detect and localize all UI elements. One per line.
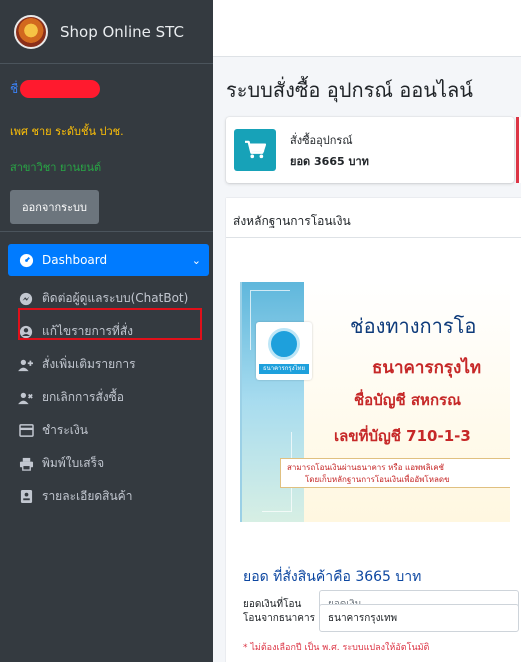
sidebar-item-label: แก้ไขรายการที่สั่ง [42,324,133,338]
krungthai-logo: ธนาคารกรุงไทย [256,322,312,380]
sidebar-item-label: Dashboard [42,253,108,267]
redacted-name [20,80,101,98]
banner-account-number: เลขที่บัญชี 710-1-3 [334,427,471,445]
sidebar-item-payment[interactable]: ชำระเงิน [0,414,213,447]
banner-heading: ช่องทางการโอ [350,314,477,338]
user-name-prefix: ชื่ [10,81,19,96]
banner-note: สามารถโอนเงินผ่านธนาคาร หรือ แอพพลิเคชั … [280,458,510,488]
printer-icon [18,456,34,472]
banner-account-name: ชื่อบัญชี สหกรณ [354,391,461,409]
id-card-icon [18,489,34,505]
info-box-value: ยอด 3665 บาท [290,154,369,168]
shopping-cart-icon [234,129,276,171]
page-title: ระบบสั่งซื้อ อุปกรณ์ ออนไลน์ [226,78,473,102]
top-navbar [213,0,521,57]
user-circle-icon [18,324,34,340]
sidebar-item-product-details[interactable]: รายละเอียดสินค้า [0,480,213,513]
info-box-label: สั่งซื้ออุปกรณ์ [290,133,353,147]
brand-title: Shop Online STC [60,22,184,41]
logout-button[interactable]: ออกจากระบบ [10,190,99,224]
chevron-down-icon: ⌄ [191,253,201,267]
sidebar-item-label: พิมพ์ใบเสร็จ [42,456,105,470]
bird-emblem-icon [268,328,300,360]
order-total: ยอด ที่สั่งสินค้าคือ 3665 บาท [243,569,422,585]
user-times-icon [18,390,34,406]
bank-logo-text: ธนาคารกรุงไทย [259,364,309,374]
user-plus-icon [18,357,34,373]
sidebar-item-cancel-order[interactable]: ยกเลิกการสั่งซื้อ [0,381,213,414]
bank-transfer-banner: ธนาคารกรุงไทย ช่องทางการโอ ธนาคารกรุงไท … [240,282,510,522]
credit-card-icon [18,423,34,439]
user-panel: ชื่ เพศ ชาย ระดับชั้น ปวช. สาขาวิชา ยานย… [0,64,213,232]
from-bank-select[interactable]: ธนาคารกรุงเทพ [319,604,519,632]
school-logo-icon [14,14,48,49]
messenger-icon [18,291,34,307]
info-box-order: สั่งซื้ออุปกรณ์ ยอด 3665 บาท [226,117,514,183]
sidebar-nav: Dashboard ⌄ ติดต่อผู้ดูแลระบบ(ChatBot) แ… [0,232,213,513]
from-bank-field-row: โอนจากธนาคาร ธนาคารกรุงเทพ [243,604,519,632]
main-content: ระบบสั่งซื้อ อุปกรณ์ ออนไลน์ สั่งซื้ออุป… [213,0,521,662]
info-box-secondary [516,117,521,183]
card-header: ส่งหลักฐานการโอนเงิน [226,198,521,238]
sidebar-item-label: รายละเอียดสินค้า [42,489,133,503]
user-role: เพศ ชาย ระดับชั้น ปวช. [10,125,124,138]
info-box-content: สั่งซื้ออุปกรณ์ ยอด 3665 บาท [290,131,369,170]
tachometer-icon [18,252,34,268]
sidebar-item-label: ติดต่อผู้ดูแลระบบ(ChatBot) [42,291,189,305]
from-bank-label: โอนจากธนาคาร [243,612,315,624]
banner-bank-name: ธนาคารกรุงไท [372,358,482,378]
sidebar-item-add-order[interactable]: สั่งเพิ่มเติมรายการ [0,348,213,381]
sidebar: Shop Online STC ชื่ เพศ ชาย ระดับชั้น ปว… [0,0,213,662]
user-department: สาขาวิชา ยานยนต์ [10,161,102,174]
sidebar-item-edit-order[interactable]: แก้ไขรายการที่สั่ง [0,315,213,348]
sidebar-item-chatbot[interactable]: ติดต่อผู้ดูแลระบบ(ChatBot) [0,282,213,315]
brand-link[interactable]: Shop Online STC [0,0,213,64]
banner-note-line: โดยเก็บหลักฐานการโอนเงินเพื่ออัพโหลดข [305,475,450,484]
banner-note-line: สามารถโอนเงินผ่านธนาคาร หรือ แอพพลิเคชั [287,463,444,472]
year-warning: * ไม่ต้องเลือกปี เป็น พ.ศ. ระบบแปลงให้อั… [243,643,430,653]
sidebar-item-label: สั่งเพิ่มเติมรายการ [42,357,136,371]
sidebar-item-dashboard[interactable]: Dashboard ⌄ [8,244,209,276]
sidebar-item-label: ยกเลิกการสั่งซื้อ [42,390,125,404]
sidebar-item-label: ชำระเงิน [42,423,88,437]
user-name: ชื่ [10,76,203,102]
sidebar-item-print-receipt[interactable]: พิมพ์ใบเสร็จ [0,447,213,480]
